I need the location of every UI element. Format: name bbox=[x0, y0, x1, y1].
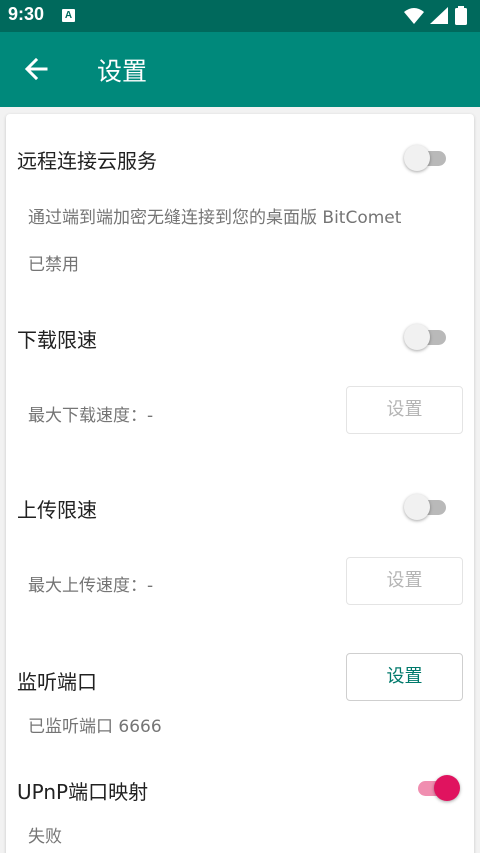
upnp-label: UPnP端口映射 bbox=[17, 780, 149, 804]
back-arrow-icon[interactable] bbox=[22, 54, 52, 84]
listen-port-status: 已监听端口 6666 bbox=[28, 717, 162, 737]
upload-limit-set-button[interactable]: 设置 bbox=[346, 557, 463, 605]
status-bar: 9:30 A bbox=[0, 0, 480, 32]
download-limit-set-button[interactable]: 设置 bbox=[346, 386, 463, 434]
remote-connect-label: 远程连接云服务 bbox=[17, 149, 157, 173]
listen-port-set-button[interactable]: 设置 bbox=[346, 653, 463, 701]
upnp-toggle[interactable] bbox=[412, 774, 460, 802]
system-icons bbox=[404, 6, 467, 25]
battery-icon bbox=[455, 6, 467, 25]
remote-connect-description: 通过端到端加密无缝连接到您的桌面版 BitComet bbox=[28, 208, 402, 228]
page-title: 设置 bbox=[97, 57, 148, 86]
upnp-status: 失败 bbox=[28, 827, 62, 847]
status-time: 9:30 bbox=[8, 4, 45, 24]
notification-a-icon: A bbox=[62, 9, 75, 22]
max-download-speed: 最大下载速度：- bbox=[28, 406, 154, 426]
upload-limit-label: 上传限速 bbox=[17, 498, 97, 522]
remote-connect-toggle[interactable] bbox=[404, 144, 452, 172]
download-limit-label: 下载限速 bbox=[17, 328, 97, 352]
max-upload-speed: 最大上传速度：- bbox=[28, 576, 154, 596]
app-bar: 设置 bbox=[0, 32, 480, 107]
settings-card: 远程连接云服务 通过端到端加密无缝连接到您的桌面版 BitComet 已禁用 下… bbox=[6, 114, 474, 853]
signal-icon bbox=[430, 7, 448, 24]
upload-limit-toggle[interactable] bbox=[404, 493, 452, 521]
wifi-icon bbox=[404, 8, 424, 24]
download-limit-toggle[interactable] bbox=[404, 323, 452, 351]
listen-port-label: 监听端口 bbox=[17, 670, 97, 694]
remote-connect-state: 已禁用 bbox=[28, 255, 79, 275]
